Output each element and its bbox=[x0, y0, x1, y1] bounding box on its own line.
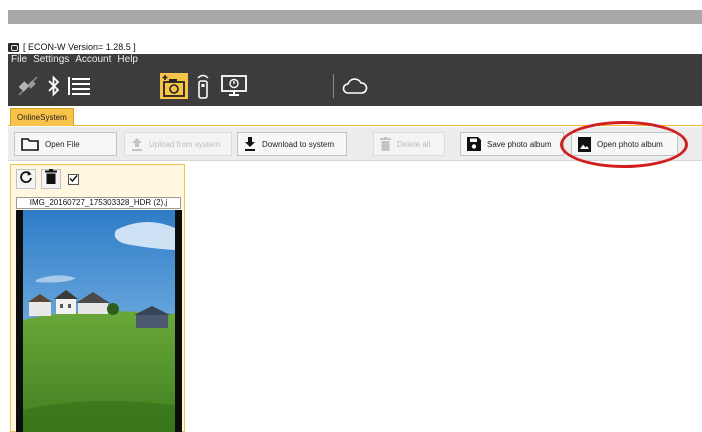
menu-account[interactable]: Account bbox=[75, 54, 111, 66]
cloud-icon[interactable] bbox=[342, 74, 368, 98]
save-photo-album-label: Save photo album bbox=[487, 139, 552, 149]
upload-icon bbox=[131, 137, 143, 151]
photo-toolbar: Open File Upload from system Download to… bbox=[8, 127, 702, 161]
icon-toolbar bbox=[8, 66, 702, 106]
delete-photo-button[interactable] bbox=[41, 169, 61, 189]
download-icon bbox=[244, 137, 256, 151]
download-button[interactable]: Download to system bbox=[237, 132, 347, 156]
toolbar-separator bbox=[333, 74, 334, 98]
monitor-icon[interactable] bbox=[220, 74, 248, 98]
title-bar: [ ECON-W Version= 1.28.5 ] bbox=[8, 40, 136, 54]
image-icon bbox=[578, 136, 591, 152]
upload-button[interactable]: Upload from system bbox=[124, 132, 232, 156]
rotate-icon bbox=[19, 170, 33, 189]
open-file-button[interactable]: Open File bbox=[14, 132, 117, 156]
menu-settings[interactable]: Settings bbox=[33, 54, 69, 66]
save-photo-album-button[interactable]: Save photo album bbox=[460, 132, 564, 156]
delete-all-label: Delete all bbox=[397, 139, 431, 149]
delete-all-button[interactable]: Delete all bbox=[373, 132, 445, 156]
landscape-photo bbox=[16, 210, 182, 432]
select-photo-checkbox[interactable] bbox=[68, 173, 79, 185]
rotate-button[interactable] bbox=[16, 169, 36, 189]
folder-icon bbox=[21, 137, 39, 151]
app-logo-icon bbox=[8, 42, 19, 52]
save-icon bbox=[467, 137, 481, 151]
camera-add-icon[interactable] bbox=[160, 73, 188, 99]
photo-card-controls bbox=[16, 169, 79, 189]
bluetooth-icon[interactable] bbox=[46, 74, 62, 98]
open-photo-album-label: Open photo album bbox=[597, 139, 663, 149]
photo-card[interactable]: IMG_20160727_175303328_HDR (2).j bbox=[10, 164, 185, 432]
upload-label: Upload from system bbox=[149, 139, 221, 149]
menu-help[interactable]: Help bbox=[117, 54, 138, 66]
checkmark-icon bbox=[69, 170, 78, 188]
trash-icon bbox=[45, 169, 57, 189]
open-photo-album-button[interactable]: Open photo album bbox=[571, 132, 678, 156]
app-screenshot: [ ECON-W Version= 1.28.5 ] File Settings… bbox=[0, 0, 702, 432]
open-file-label: Open File bbox=[45, 139, 80, 149]
window-title: [ ECON-W Version= 1.28.5 ] bbox=[23, 42, 136, 52]
tab-online-system[interactable]: OnlineSystem bbox=[10, 108, 74, 126]
top-band bbox=[8, 10, 702, 24]
photo-thumbnail[interactable] bbox=[16, 210, 182, 432]
remote-icon[interactable] bbox=[196, 74, 210, 99]
list-icon[interactable] bbox=[68, 74, 90, 98]
trash-icon bbox=[380, 137, 391, 151]
photo-filename: IMG_20160727_175303328_HDR (2).j bbox=[16, 197, 181, 209]
menu-file[interactable]: File bbox=[11, 54, 27, 66]
download-label: Download to system bbox=[262, 139, 335, 149]
menu-bar: File Settings Account Help bbox=[8, 54, 702, 66]
connection-icon[interactable] bbox=[16, 74, 40, 98]
tab-strip: OnlineSystem bbox=[8, 106, 702, 126]
